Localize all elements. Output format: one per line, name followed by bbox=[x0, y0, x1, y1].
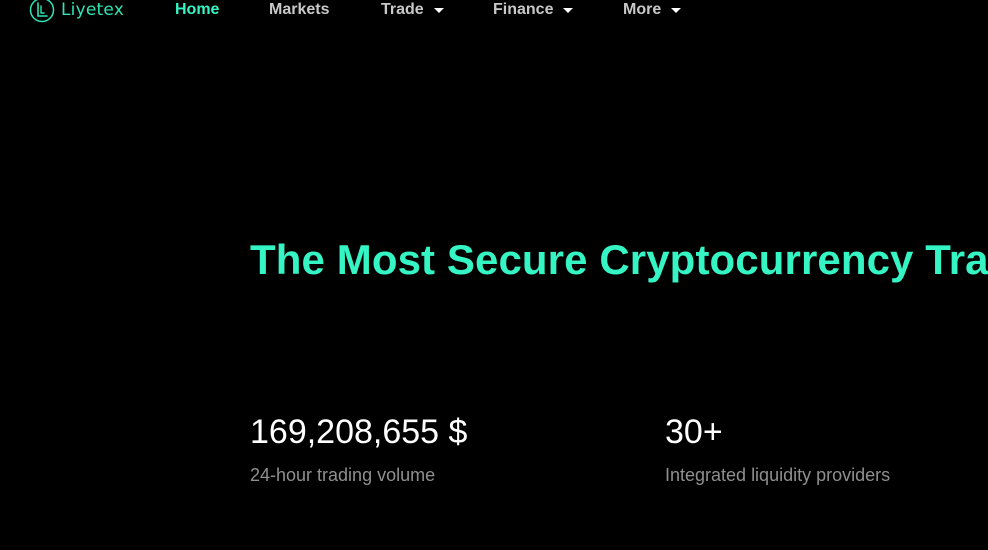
nav-item-finance[interactable]: Finance bbox=[493, 0, 574, 18]
stat-trading-volume: 169,208,655 $ 24-hour trading volume bbox=[250, 412, 467, 486]
stat-label: Integrated liquidity providers bbox=[665, 465, 891, 485]
stat-label: 24-hour trading volume bbox=[250, 465, 436, 485]
caret-down-icon bbox=[433, 7, 444, 13]
nav-item-label: Finance bbox=[493, 0, 554, 18]
nav-item-trade[interactable]: Trade bbox=[381, 0, 444, 18]
brand-name: Liyetex bbox=[61, 0, 125, 20]
caret-down-icon bbox=[563, 7, 574, 13]
stat-liquidity-providers: 30+ Integrated liquidity providers bbox=[665, 412, 890, 486]
nav-item-label: Markets bbox=[269, 0, 330, 18]
nav-item-more[interactable]: More bbox=[623, 0, 682, 18]
nav-item-label: Trade bbox=[381, 0, 424, 18]
nav-item-markets[interactable]: Markets bbox=[269, 0, 329, 18]
stat-value: 30+ bbox=[665, 413, 723, 451]
brand-logo[interactable]: Liyetex bbox=[29, 0, 124, 23]
page: Liyetex Home Markets Trade Finance More … bbox=[0, 0, 988, 550]
nav-item-label: More bbox=[623, 0, 662, 18]
nav-item-home[interactable]: Home bbox=[175, 0, 219, 18]
hero-title: The Most Secure Cryptocurrency Trading P… bbox=[250, 236, 988, 283]
top-nav: Liyetex Home Markets Trade Finance More bbox=[0, 0, 988, 23]
nav-item-label: Home bbox=[175, 0, 220, 18]
caret-down-icon bbox=[671, 7, 682, 13]
liyetex-logo-icon bbox=[29, 0, 55, 23]
stat-value: 169,208,655 $ bbox=[250, 413, 468, 451]
